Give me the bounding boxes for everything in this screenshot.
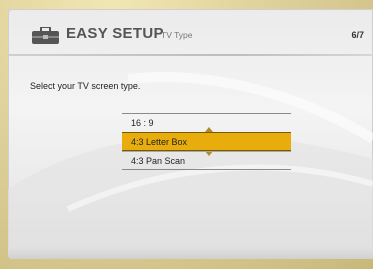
toolbox-icon bbox=[32, 27, 59, 44]
arrow-up-icon bbox=[205, 127, 213, 132]
page-subtitle: TV Type bbox=[161, 30, 193, 40]
option-letter-box[interactable]: 4:3 Letter Box bbox=[122, 127, 291, 156]
option-pan-scan[interactable]: 4:3 Pan Scan bbox=[122, 151, 291, 170]
tv-type-options: 16 : 9 4:3 Letter Box 4:3 Pan Scan bbox=[122, 113, 291, 170]
instruction-text: Select your TV screen type. bbox=[30, 81, 141, 91]
page-title: EASY SETUP bbox=[66, 25, 164, 42]
footer-band bbox=[8, 247, 373, 259]
option-label: 4:3 Pan Scan bbox=[131, 156, 186, 166]
setup-screen: EASY SETUP TV Type 6/7 Select your TV sc… bbox=[8, 9, 373, 259]
header: EASY SETUP TV Type 6/7 bbox=[8, 9, 373, 54]
header-divider bbox=[8, 54, 373, 56]
option-label: 16 : 9 bbox=[131, 118, 154, 128]
step-indicator: 6/7 bbox=[351, 30, 364, 40]
option-label: 4:3 Letter Box bbox=[131, 137, 188, 147]
